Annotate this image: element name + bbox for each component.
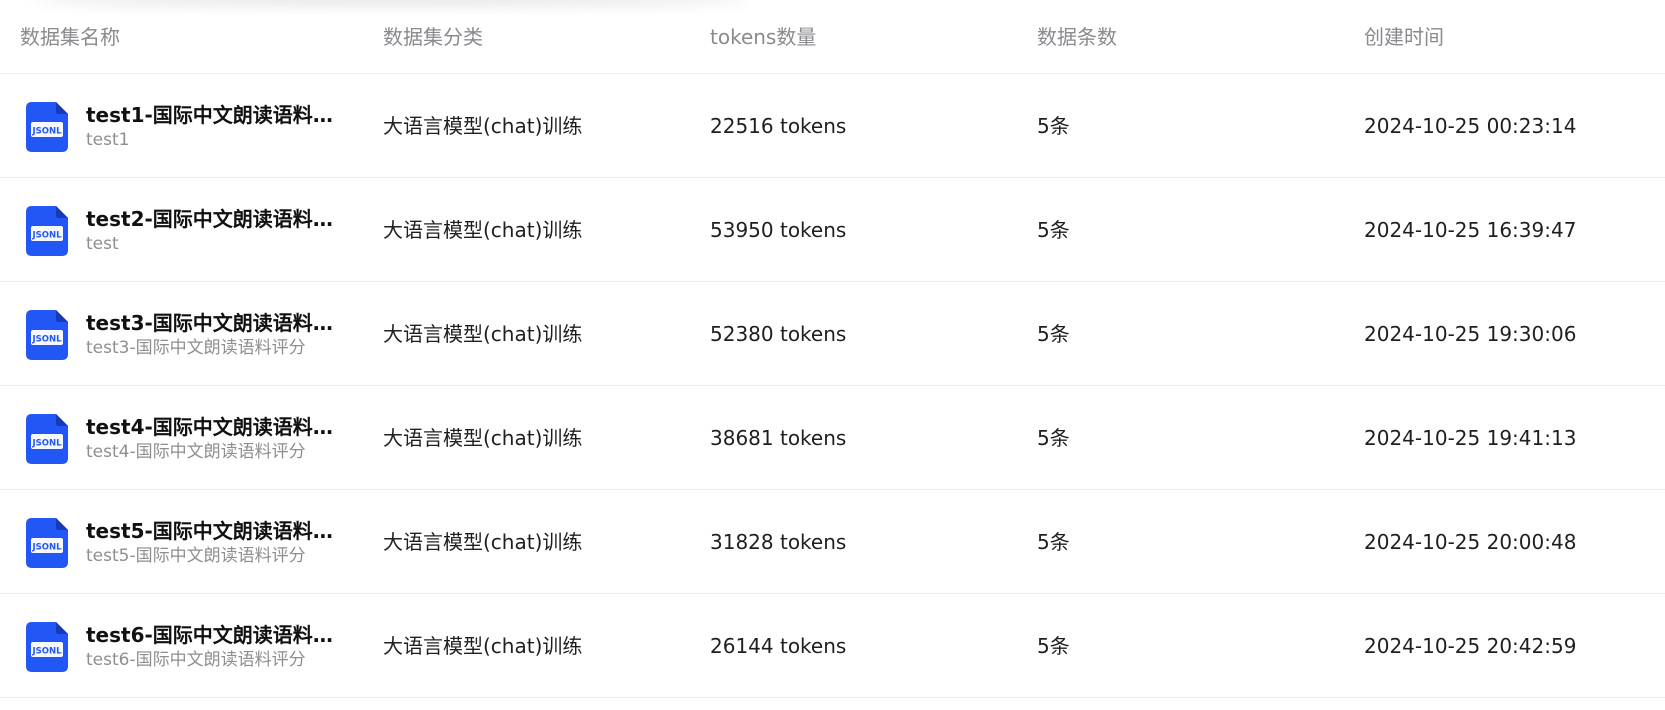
dataset-category: 大语言模型(chat)训练 [383,114,583,138]
table-row[interactable]: JSONL test4-国际中文朗读语料评分 test4-国际中文朗读语料评分 … [0,386,1665,490]
table-header: 数据集名称 数据集分类 tokens数量 数据条数 创建时间 [0,0,1665,74]
dataset-name-cell: test6-国际中文朗读语料评分 test6-国际中文朗读语料评分 [86,622,336,671]
table-row[interactable]: JSONL test1-国际中文朗读语料评分 test1 大语言模型(chat)… [0,74,1665,178]
dataset-name-cell: test2-国际中文朗读语料评分 test [86,206,336,255]
column-header-created[interactable]: 创建时间 [1364,22,1444,52]
dataset-count: 5条 [1037,426,1070,450]
dataset-title[interactable]: test4-国际中文朗读语料评分 [86,414,336,440]
column-header-category[interactable]: 数据集分类 [383,22,483,52]
table-row[interactable]: JSONL test2-国际中文朗读语料评分 test 大语言模型(chat)训… [0,178,1665,282]
column-header-name[interactable]: 数据集名称 [20,22,120,52]
svg-text:JSONL: JSONL [31,439,62,449]
dataset-description: test4-国际中文朗读语料评分 [86,442,306,462]
dataset-category: 大语言模型(chat)训练 [383,426,583,450]
table-row[interactable]: JSONL test6-国际中文朗读语料评分 test6-国际中文朗读语料评分 … [0,594,1665,698]
table-body: JSONL test1-国际中文朗读语料评分 test1 大语言模型(chat)… [0,74,1665,698]
table-row[interactable]: JSONL test5-国际中文朗读语料评分 test5-国际中文朗读语料评分 … [0,490,1665,594]
dataset-created-time: 2024-10-25 20:42:59 [1364,634,1577,658]
column-header-count[interactable]: 数据条数 [1037,22,1117,52]
dataset-tokens: 53950 tokens [710,218,847,242]
dataset-category: 大语言模型(chat)训练 [383,218,583,242]
dataset-description: test [86,234,119,254]
jsonl-file-icon: JSONL [26,102,68,152]
dataset-tokens: 26144 tokens [710,634,847,658]
dataset-count: 5条 [1037,218,1070,242]
dataset-title[interactable]: test5-国际中文朗读语料评分 [86,518,336,544]
dataset-title[interactable]: test6-国际中文朗读语料评分 [86,622,336,648]
table-row[interactable]: JSONL test3-国际中文朗读语料评分 test3-国际中文朗读语料评分 … [0,282,1665,386]
dataset-created-time: 2024-10-25 00:23:14 [1364,114,1577,138]
dataset-description: test5-国际中文朗读语料评分 [86,546,306,566]
dataset-title[interactable]: test2-国际中文朗读语料评分 [86,206,336,232]
svg-text:JSONL: JSONL [31,543,62,553]
dataset-tokens: 38681 tokens [710,426,847,450]
dataset-description: test3-国际中文朗读语料评分 [86,338,306,358]
dataset-count: 5条 [1037,322,1070,346]
dataset-name-cell: test3-国际中文朗读语料评分 test3-国际中文朗读语料评分 [86,310,336,359]
svg-text:JSONL: JSONL [31,231,62,241]
dataset-description: test6-国际中文朗读语料评分 [86,650,306,670]
dataset-category: 大语言模型(chat)训练 [383,634,583,658]
dataset-category: 大语言模型(chat)训练 [383,322,583,346]
jsonl-file-icon: JSONL [26,414,68,464]
dataset-created-time: 2024-10-25 19:41:13 [1364,426,1577,450]
dataset-tokens: 22516 tokens [710,114,847,138]
column-header-tokens[interactable]: tokens数量 [710,22,816,52]
dataset-tokens: 52380 tokens [710,322,847,346]
dataset-count: 5条 [1037,530,1070,554]
dataset-title[interactable]: test1-国际中文朗读语料评分 [86,102,336,128]
dataset-tokens: 31828 tokens [710,530,847,554]
jsonl-file-icon: JSONL [26,206,68,256]
svg-text:JSONL: JSONL [31,127,62,137]
dataset-name-cell: test1-国际中文朗读语料评分 test1 [86,102,336,151]
jsonl-file-icon: JSONL [26,622,68,672]
dataset-name-cell: test4-国际中文朗读语料评分 test4-国际中文朗读语料评分 [86,414,336,463]
dataset-created-time: 2024-10-25 19:30:06 [1364,322,1577,346]
svg-text:JSONL: JSONL [31,647,62,657]
dataset-count: 5条 [1037,634,1070,658]
svg-text:JSONL: JSONL [31,335,62,345]
dataset-count: 5条 [1037,114,1070,138]
dataset-title[interactable]: test3-国际中文朗读语料评分 [86,310,336,336]
jsonl-file-icon: JSONL [26,518,68,568]
dataset-created-time: 2024-10-25 16:39:47 [1364,218,1577,242]
jsonl-file-icon: JSONL [26,310,68,360]
dataset-table: 数据集名称 数据集分类 tokens数量 数据条数 创建时间 JSONL tes… [0,0,1665,710]
dataset-created-time: 2024-10-25 20:00:48 [1364,530,1577,554]
dataset-description: test1 [86,130,130,150]
dataset-category: 大语言模型(chat)训练 [383,530,583,554]
dataset-name-cell: test5-国际中文朗读语料评分 test5-国际中文朗读语料评分 [86,518,336,567]
